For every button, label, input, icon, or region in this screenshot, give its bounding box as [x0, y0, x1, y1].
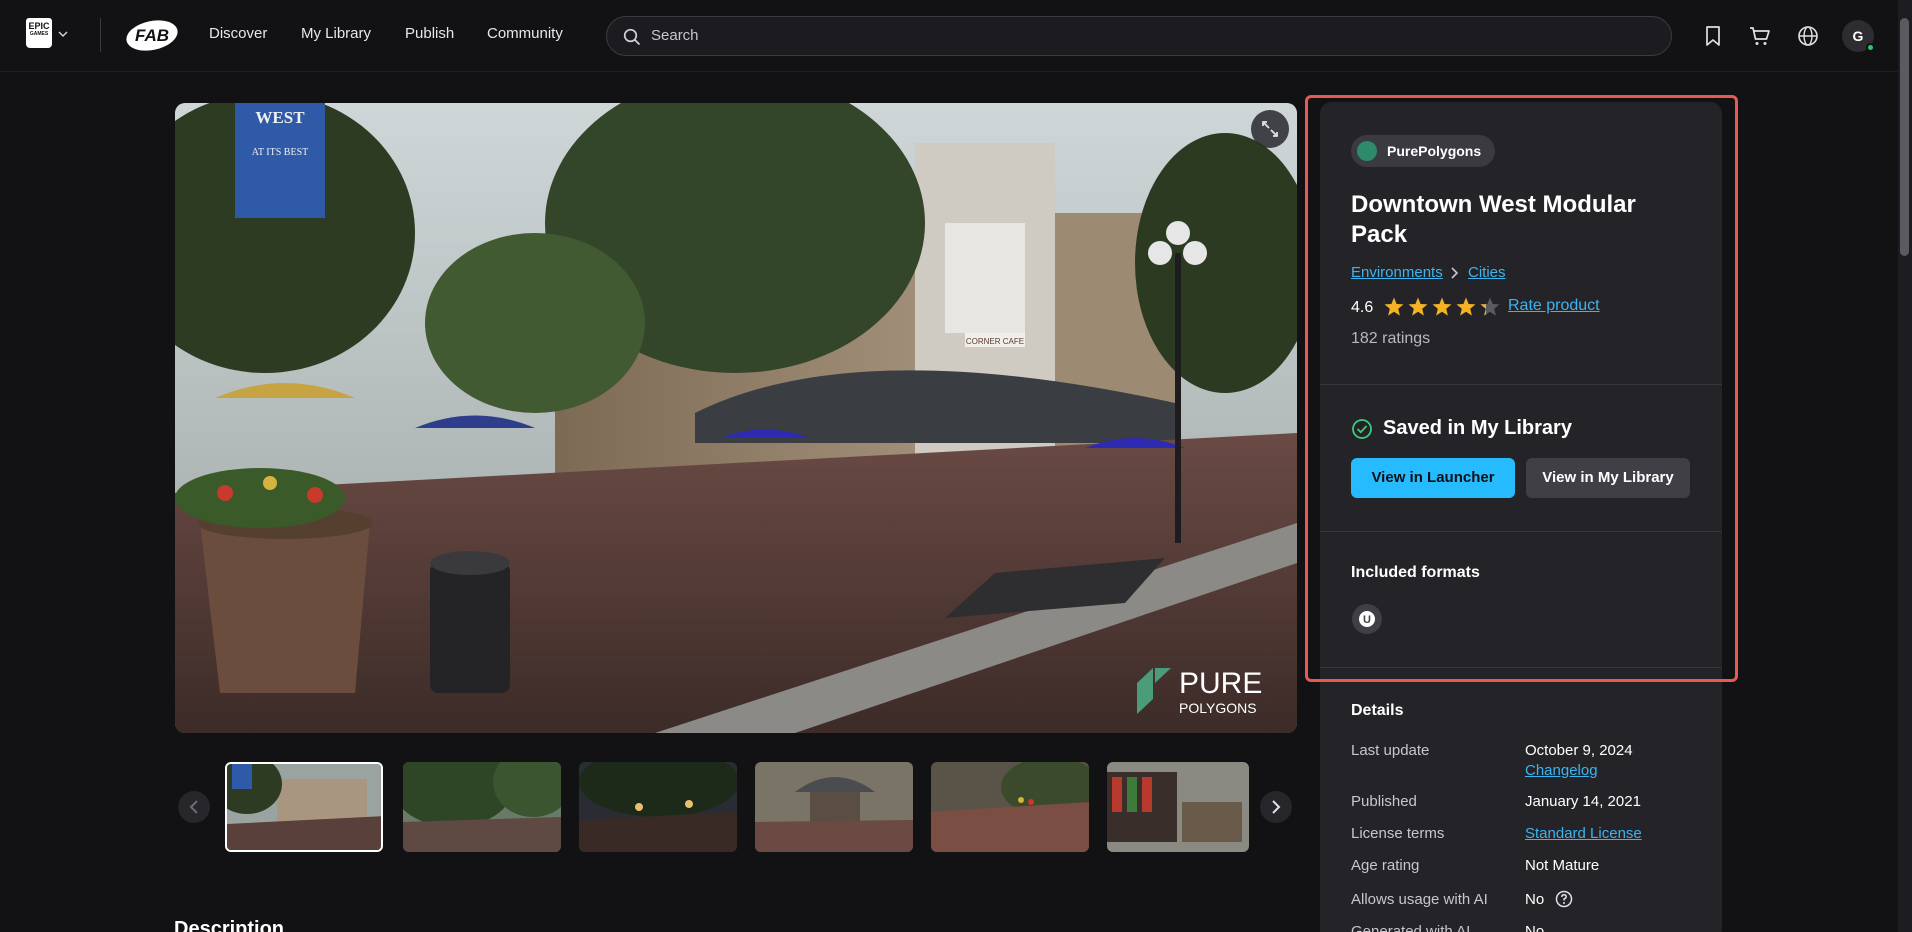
seller-chip[interactable]: PurePolygons: [1351, 135, 1496, 167]
standard-license-link[interactable]: Standard License: [1525, 825, 1642, 842]
nav-community[interactable]: Community: [487, 25, 563, 42]
chevron-left-icon: [189, 800, 198, 814]
half-star-icon: [1480, 297, 1500, 316]
star-icon: [1456, 297, 1476, 316]
generated-ai-value: No: [1525, 923, 1545, 932]
gallery-thumbnail-2[interactable]: [403, 762, 561, 852]
nav-publish[interactable]: Publish: [405, 25, 454, 42]
license-terms-label: License terms: [1351, 825, 1445, 842]
divider: [1320, 384, 1722, 385]
globe-icon[interactable]: [1796, 24, 1820, 48]
epic-logo-text: EPIC: [28, 21, 50, 31]
generated-ai-label: Generated with AI: [1351, 923, 1471, 932]
gallery-thumbnail-5[interactable]: [931, 762, 1089, 852]
svg-text:FAB: FAB: [135, 26, 169, 45]
scrollbar-thumb[interactable]: [1900, 18, 1909, 256]
star-icon: [1432, 297, 1452, 316]
view-in-my-library-button[interactable]: View in My Library: [1526, 458, 1690, 498]
chevron-down-icon[interactable]: [58, 29, 68, 39]
breadcrumb-environments[interactable]: Environments: [1351, 264, 1443, 281]
allows-ai-label: Allows usage with AI: [1351, 891, 1488, 908]
rate-product-link[interactable]: Rate product: [1508, 297, 1600, 315]
divider: [1320, 667, 1722, 668]
check-circle-icon: [1352, 419, 1372, 439]
cafe-sign-text: CORNER CAFE: [966, 337, 1024, 346]
epic-games-logo[interactable]: EPIC GAMES: [26, 18, 52, 48]
last-update-value: October 9, 2024: [1525, 742, 1633, 759]
saved-in-library-label: Saved in My Library: [1383, 417, 1572, 439]
gallery-thumbnail-3[interactable]: [579, 762, 737, 852]
seller-name: PurePolygons: [1387, 143, 1482, 159]
thumbnail-image: [227, 764, 381, 850]
nav-my-library[interactable]: My Library: [301, 25, 371, 42]
watermark-line-1: PURE: [1179, 667, 1262, 700]
thumbnails-prev-button[interactable]: [178, 791, 210, 823]
description-heading: Description: [174, 918, 285, 932]
chevron-right-icon: [1272, 800, 1281, 814]
search-input[interactable]: Search: [606, 16, 1672, 56]
view-in-launcher-button[interactable]: View in Launcher: [1351, 458, 1515, 498]
online-status-dot: [1866, 43, 1875, 52]
search-icon: [623, 28, 641, 46]
gallery-thumbnail-6[interactable]: [1107, 762, 1249, 852]
rating-value: 4.6: [1351, 299, 1374, 316]
banner-text-west: WEST: [255, 108, 305, 127]
published-value: January 14, 2021: [1525, 793, 1641, 810]
unreal-engine-icon: U: [1359, 611, 1375, 627]
thumbnail-image: [579, 762, 737, 852]
cart-icon[interactable]: [1748, 24, 1772, 48]
published-label: Published: [1351, 793, 1417, 810]
product-hero-image[interactable]: CORNER CAFE WEST AT ITS BEST PURE POLYGO…: [175, 103, 1297, 733]
product-title: Downtown West Modular Pack: [1351, 191, 1636, 248]
ratings-count: 182 ratings: [1351, 330, 1431, 347]
age-rating-label: Age rating: [1351, 857, 1420, 874]
unreal-engine-format-icon[interactable]: U: [1352, 604, 1382, 634]
thumbnail-image: [755, 762, 913, 852]
star-icon: [1384, 297, 1404, 316]
thumbnail-image: [1107, 762, 1249, 852]
breadcrumb-cities[interactable]: Cities: [1468, 264, 1506, 281]
street-scene-image: CORNER CAFE WEST AT ITS BEST PURE POLYGO…: [175, 103, 1297, 733]
epic-logo-subtext: GAMES: [29, 31, 49, 37]
star-icon: [1408, 297, 1428, 316]
seller-logo-icon: [1357, 141, 1377, 161]
watermark-line-2: POLYGONS: [1179, 700, 1257, 716]
banner-text-tagline: AT ITS BEST: [252, 147, 309, 158]
thumbnail-image: [403, 762, 561, 852]
divider: [1320, 531, 1722, 532]
top-nav: EPIC GAMES FAB Discover My Library Publi…: [0, 0, 1912, 72]
svg-text:U: U: [1363, 614, 1371, 626]
expand-icon: [1262, 121, 1278, 137]
bookmark-icon[interactable]: [1701, 24, 1725, 48]
included-formats-heading: Included formats: [1351, 564, 1480, 581]
details-heading: Details: [1351, 702, 1404, 719]
search-placeholder: Search: [651, 27, 699, 44]
rating-stars: [1384, 297, 1500, 316]
avatar[interactable]: G: [1842, 20, 1875, 52]
nav-discover[interactable]: Discover: [209, 25, 267, 42]
last-update-label: Last update: [1351, 742, 1430, 759]
changelog-link[interactable]: Changelog: [1525, 762, 1598, 779]
fab-logo[interactable]: FAB: [125, 20, 179, 51]
expand-button[interactable]: [1251, 110, 1289, 148]
help-icon[interactable]: [1555, 890, 1573, 908]
allows-ai-value: No: [1525, 891, 1545, 908]
chevron-right-icon: [1451, 267, 1459, 279]
gallery-thumbnail-4[interactable]: [755, 762, 913, 852]
nav-divider: [100, 18, 101, 52]
avatar-initial: G: [1852, 28, 1864, 44]
thumbnail-image: [931, 762, 1089, 852]
age-rating-value: Not Mature: [1525, 857, 1600, 874]
thumbnails-next-button[interactable]: [1260, 791, 1292, 823]
gallery-thumbnail-1[interactable]: [225, 762, 383, 852]
